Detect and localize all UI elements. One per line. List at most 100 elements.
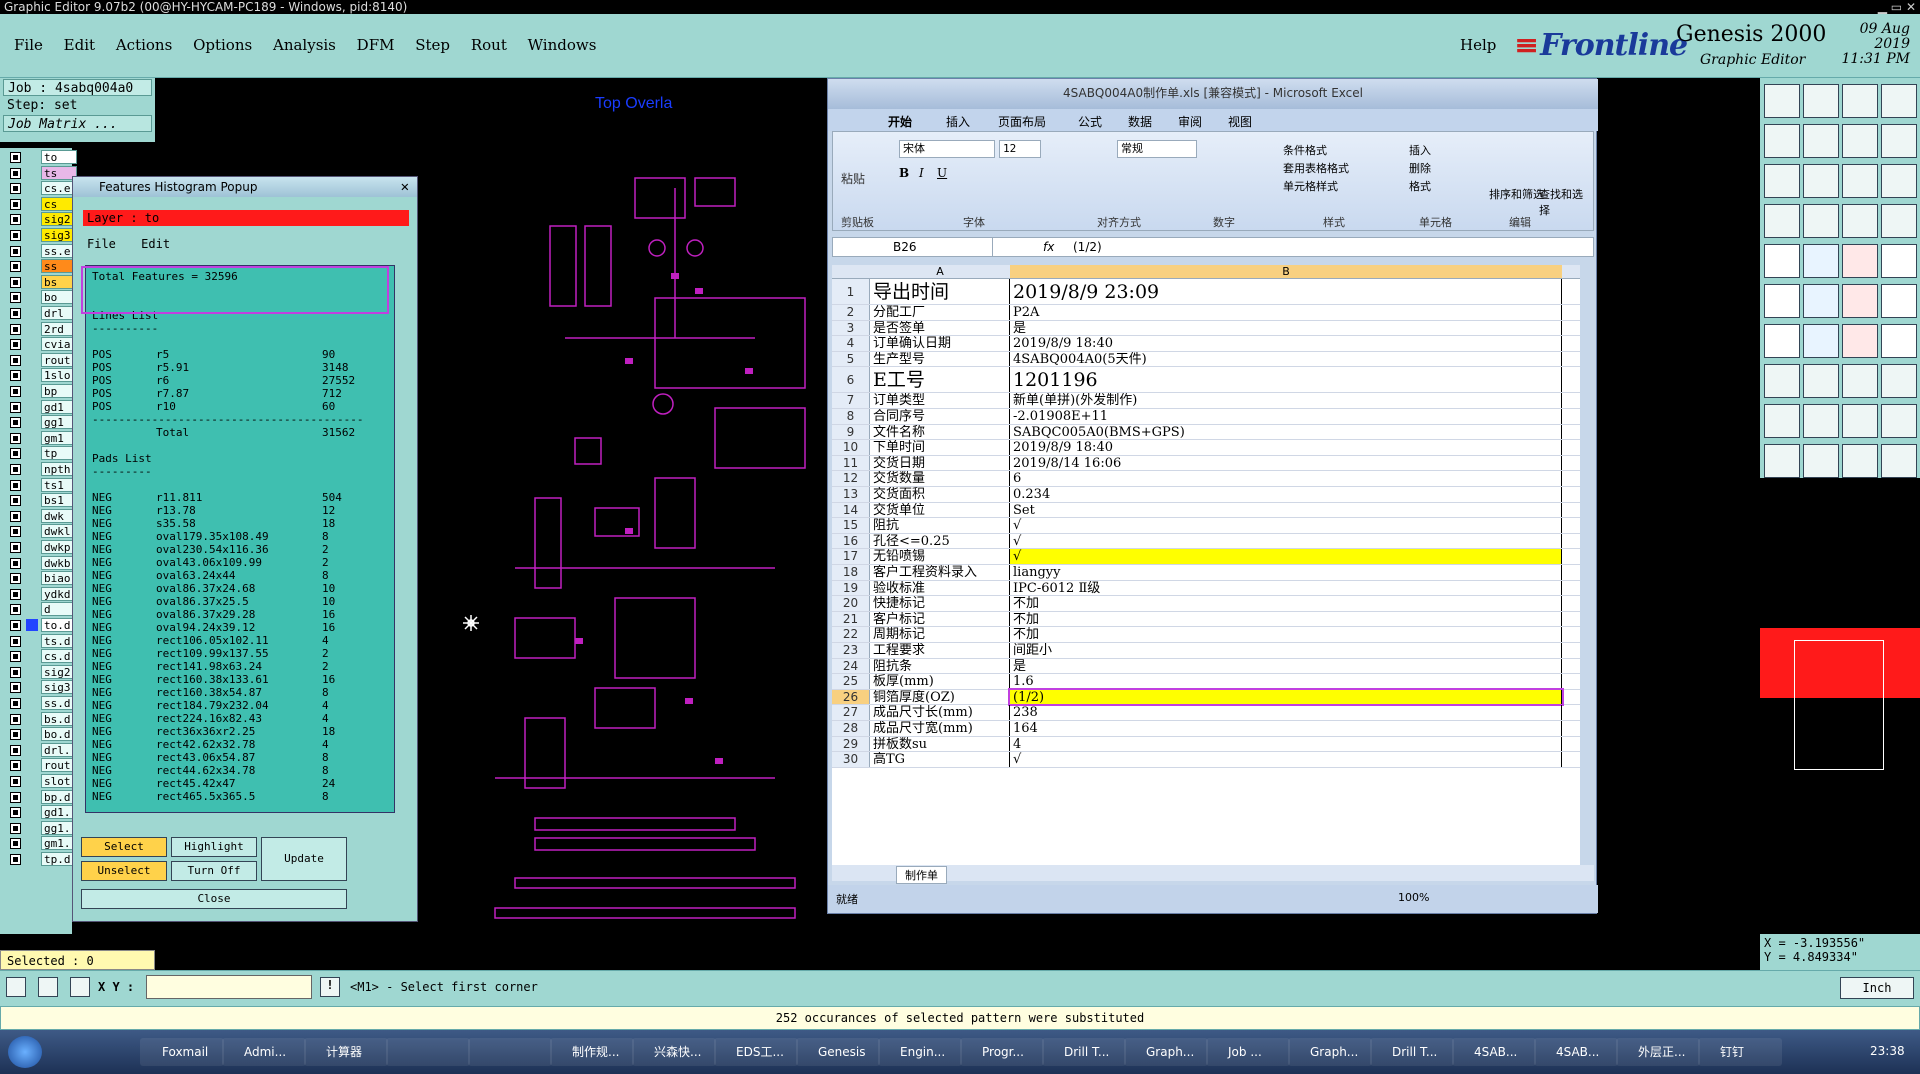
- cell-b[interactable]: 新单(单拼)(外发制作): [1010, 393, 1562, 408]
- zoom-level[interactable]: 100%: [1398, 891, 1429, 904]
- cell-b[interactable]: 1.6: [1010, 674, 1562, 689]
- layer-row[interactable]: bs.d: [6, 711, 77, 727]
- row-number[interactable]: 1: [832, 279, 870, 304]
- table-row[interactable]: 14 交货单位 Set: [832, 502, 1580, 519]
- row-number[interactable]: 17: [832, 549, 870, 564]
- cell-a[interactable]: 交货面积: [870, 487, 1010, 502]
- table-row[interactable]: 2 分配工厂 P2A: [832, 305, 1580, 321]
- cell-a[interactable]: 生产型号: [870, 351, 1010, 367]
- tool-button-icon[interactable]: [1764, 164, 1800, 198]
- layer-checkbox[interactable]: [10, 323, 21, 335]
- pad-item[interactable]: NEG rect141.98x63.24 2: [92, 660, 388, 673]
- table-row[interactable]: 25 板厚(mm) 1.6: [832, 674, 1580, 690]
- layer-row[interactable]: bs: [6, 274, 77, 290]
- tool-button-icon[interactable]: [1881, 204, 1917, 238]
- layer-row[interactable]: gg1.: [6, 820, 77, 836]
- table-row[interactable]: 4 订单确认日期 2019/8/9 18:40: [832, 336, 1580, 352]
- tool-button-icon[interactable]: [1803, 244, 1839, 278]
- table-row[interactable]: 28 成品尺寸宽(mm) 164: [832, 721, 1580, 737]
- layer-row[interactable]: ydkd: [6, 586, 77, 602]
- row-number[interactable]: 3: [832, 320, 870, 336]
- layer-row[interactable]: rout: [6, 758, 77, 773]
- table-row[interactable]: 22 周期标记 不加: [832, 627, 1580, 643]
- job-name[interactable]: Job : 4sabq004a0: [3, 79, 152, 96]
- row-number[interactable]: 19: [832, 580, 870, 596]
- layer-row[interactable]: bp.d: [6, 789, 77, 805]
- pad-item[interactable]: NEG rect160.38x54.87 8: [92, 686, 388, 699]
- table-row[interactable]: 30 高TG √: [832, 752, 1580, 768]
- cell-b[interactable]: 6: [1010, 471, 1562, 486]
- highlight-button[interactable]: Highlight: [171, 837, 257, 857]
- layer-checkbox[interactable]: [10, 448, 21, 460]
- layer-checkbox[interactable]: [10, 308, 21, 319]
- column-b-header[interactable]: B: [1010, 265, 1562, 278]
- layer-checkbox[interactable]: [10, 401, 21, 413]
- tool-button-icon[interactable]: [1764, 324, 1800, 358]
- layer-checkbox[interactable]: [10, 495, 21, 507]
- layer-row[interactable]: tp.d: [6, 852, 77, 867]
- layer-row[interactable]: gg1: [6, 415, 77, 430]
- name-box[interactable]: B26: [833, 238, 993, 256]
- sort-filter-button[interactable]: 排序和筛选: [1489, 186, 1544, 202]
- table-row[interactable]: 15 阻抗 √: [832, 518, 1580, 534]
- tool-button-icon[interactable]: [1842, 444, 1878, 478]
- xy-input[interactable]: [146, 975, 312, 999]
- row-number[interactable]: 7: [832, 393, 870, 408]
- tool-button-icon[interactable]: [1881, 84, 1917, 118]
- layer-row[interactable]: ss: [6, 259, 77, 274]
- cell-b[interactable]: 2019/8/9 18:40: [1010, 336, 1562, 351]
- find-select-button[interactable]: 查找和选择: [1539, 186, 1593, 218]
- cell-a[interactable]: 板厚(mm): [870, 674, 1010, 689]
- pad-item[interactable]: NEG s35.58 18: [92, 517, 388, 530]
- table-row[interactable]: 29 拼板数su 4: [832, 736, 1580, 753]
- tool-button-icon[interactable]: [1842, 244, 1878, 278]
- layer-checkbox[interactable]: [10, 635, 21, 647]
- tool-button-icon[interactable]: [1842, 364, 1878, 398]
- taskbar-item[interactable]: 外层正...: [1616, 1038, 1700, 1066]
- row-number[interactable]: 21: [832, 611, 870, 627]
- layer-checkbox[interactable]: [10, 760, 21, 772]
- menu-analysis[interactable]: Analysis: [273, 36, 336, 54]
- layer-checkbox[interactable]: [10, 666, 21, 678]
- table-format-button[interactable]: 套用表格格式: [1283, 160, 1349, 176]
- tool-button-icon[interactable]: [1764, 124, 1800, 158]
- tool-button-icon[interactable]: [1803, 364, 1839, 398]
- cell-a[interactable]: E工号: [870, 367, 1010, 393]
- tool-button-icon[interactable]: [1764, 244, 1800, 278]
- layer-checkbox[interactable]: [10, 854, 21, 865]
- layer-row[interactable]: gm1: [6, 430, 77, 446]
- cell-a[interactable]: 交货数量: [870, 471, 1010, 486]
- table-row[interactable]: 21 客户标记 不加: [832, 611, 1580, 628]
- layer-checkbox[interactable]: [10, 479, 21, 491]
- table-row[interactable]: 19 验收标准 IPC-6012 Ⅱ级: [832, 580, 1580, 597]
- cell-a[interactable]: 订单类型: [870, 393, 1010, 408]
- sheet-grid[interactable]: A B 1 导出时间 2019/8/9 23:09 2 分配工厂 P2A 3 是否签单是 4 订单…: [832, 265, 1580, 865]
- taskbar-item[interactable]: 钉钉: [1698, 1038, 1782, 1066]
- cell-b[interactable]: P2A: [1010, 305, 1562, 320]
- lines-total[interactable]: Total 31562: [92, 426, 388, 439]
- pad-item[interactable]: NEG oval86.37x24.68 10: [92, 582, 388, 595]
- layer-row[interactable]: bo.d: [6, 727, 77, 742]
- pad-item[interactable]: NEG rect42.62x32.78 4: [92, 738, 388, 751]
- layer-name[interactable]: to: [41, 150, 77, 164]
- taskbar-item[interactable]: 计算器: [304, 1038, 388, 1066]
- table-row[interactable]: 23 工程要求 间距小: [832, 643, 1580, 659]
- histogram-list[interactable]: Total Features = 32596 Lines List --------…: [85, 265, 395, 813]
- line-item[interactable]: POS r6 27552: [92, 374, 388, 387]
- tool-button-icon[interactable]: [1842, 284, 1878, 318]
- taskbar-item[interactable]: 4SAB...: [1534, 1038, 1618, 1066]
- pad-item[interactable]: NEG r11.811 504: [92, 491, 388, 504]
- cell-a[interactable]: 是否签单: [870, 320, 1010, 336]
- layer-checkbox[interactable]: [10, 557, 21, 569]
- layer-row[interactable]: ss.e: [6, 243, 77, 259]
- taskbar-item[interactable]: Drill T...: [1370, 1038, 1454, 1066]
- layer-checkbox[interactable]: [10, 729, 21, 741]
- conditional-format-button[interactable]: 条件格式: [1283, 142, 1327, 158]
- update-button[interactable]: Update: [261, 837, 347, 881]
- grid-icon[interactable]: [70, 977, 90, 997]
- tool-button-icon[interactable]: [1803, 84, 1839, 118]
- cell-a[interactable]: 铜箔厚度(OZ): [870, 689, 1010, 705]
- tool-button-icon[interactable]: [1842, 164, 1878, 198]
- tool-button-icon[interactable]: [1881, 324, 1917, 358]
- table-row[interactable]: 16 孔径<=0.25 √: [832, 533, 1580, 550]
